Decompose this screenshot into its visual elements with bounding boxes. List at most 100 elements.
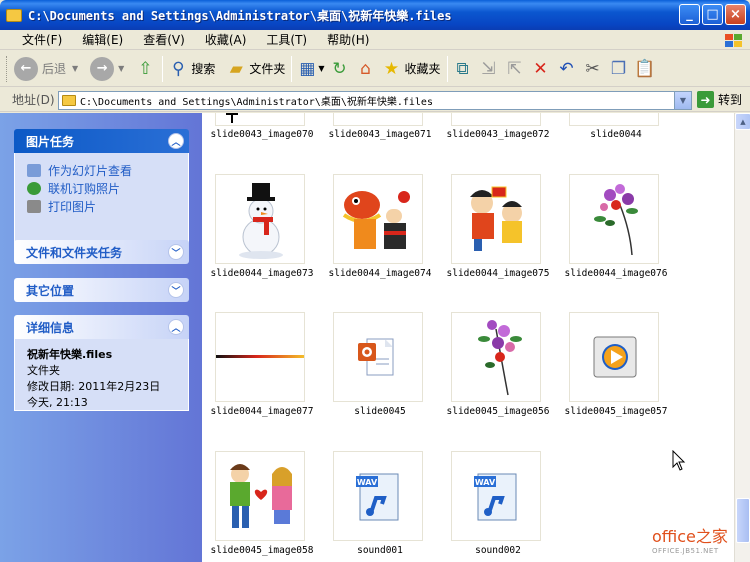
scroll-up-button[interactable]: ▲ xyxy=(735,113,750,130)
map-drive-button[interactable]: ⧉ xyxy=(452,54,474,84)
vertical-scrollbar[interactable]: ▲ xyxy=(734,113,750,562)
kids-heart-image-thumbnail[interactable] xyxy=(215,451,305,541)
file-name[interactable]: slide0043_image072 xyxy=(438,129,558,140)
file-thumbnail[interactable] xyxy=(569,113,659,126)
file-name[interactable]: slide0045_image056 xyxy=(438,406,558,417)
address-path: C:\Documents and Settings\Administrator\… xyxy=(80,97,433,108)
forward-button[interactable]: → ▼ xyxy=(90,54,124,84)
file-thumbnail[interactable] xyxy=(333,113,423,126)
copy-to-button[interactable]: ⇱ xyxy=(504,54,526,84)
svg-text:WAV: WAV xyxy=(475,478,496,487)
refresh-button[interactable]: ↻ xyxy=(329,54,351,84)
watermark-sub: OFFICE.JB51.NET xyxy=(652,547,719,555)
printer-icon xyxy=(27,199,41,213)
file-name[interactable]: sound001 xyxy=(320,545,440,556)
wav-audio-file-thumbnail[interactable]: WAV xyxy=(451,451,541,541)
task-order-prints[interactable]: 联机订购照片 xyxy=(27,179,178,197)
file-name[interactable]: slide0044 xyxy=(556,129,676,140)
file-name[interactable]: slide0043_image071 xyxy=(320,129,440,140)
file-name[interactable]: slide0045_image058 xyxy=(202,545,322,556)
back-arrow-icon: ← xyxy=(14,56,38,81)
file-name[interactable]: sound002 xyxy=(438,545,558,556)
cut-button[interactable]: ✂ xyxy=(582,54,604,84)
lion-dance-image-thumbnail[interactable] xyxy=(333,174,423,264)
picture-tasks-header[interactable]: 图片任务 ︿ xyxy=(14,129,189,153)
toolbar-separator xyxy=(162,55,164,82)
file-name[interactable]: slide0044_image075 xyxy=(438,268,558,279)
file-list-view[interactable]: slide0043_image070 slide0043_image071 sl… xyxy=(202,113,734,562)
up-folder-button[interactable]: ⇧ xyxy=(134,54,156,84)
go-button[interactable]: ➜ 转到 xyxy=(697,91,742,108)
file-thumbnail[interactable] xyxy=(215,113,305,126)
views-button[interactable]: ▦ ▼ xyxy=(296,54,324,84)
task-print[interactable]: 打印图片 xyxy=(27,197,178,215)
undo-button[interactable]: ↶ xyxy=(556,54,578,84)
menu-favorites[interactable]: 收藏(A) xyxy=(205,31,247,48)
favorites-button[interactable]: ★ 收藏夹 xyxy=(381,54,441,84)
folders-button[interactable]: ▰ 文件夹 xyxy=(225,54,286,84)
file-name[interactable]: slide0045_image057 xyxy=(556,406,676,417)
address-input[interactable]: C:\Documents and Settings\Administrator\… xyxy=(58,91,692,110)
toolbar: ← 后退 ▼ → ▼ ⇧ ⚲ 搜索 ▰ 文件夹 ▦ ▼ ↻ ⌂ ★ 收藏夹 ⧉ … xyxy=(0,51,750,87)
file-name[interactable]: slide0044_image073 xyxy=(202,268,322,279)
details-modified: 修改日期: 2011年2月23日 xyxy=(27,380,161,393)
chevron-up-icon[interactable]: ︿ xyxy=(168,133,184,149)
toolbar-grip xyxy=(6,55,10,82)
chevron-down-icon[interactable]: ▼ xyxy=(118,64,124,73)
menu-file[interactable]: 文件(F) xyxy=(22,31,62,48)
search-button[interactable]: ⚲ 搜索 xyxy=(167,54,215,84)
minimize-button[interactable]: _ xyxy=(679,4,700,25)
snowman-image-thumbnail[interactable] xyxy=(215,174,305,264)
move-to-button[interactable]: ⇲ xyxy=(478,54,500,84)
flower-branch-image-thumbnail[interactable] xyxy=(569,174,659,264)
menu-help[interactable]: 帮助(H) xyxy=(327,31,369,48)
task-label: 作为幻灯片查看 xyxy=(48,163,133,178)
home-button[interactable]: ⌂ xyxy=(355,54,377,84)
chevron-down-icon[interactable]: ﹀ xyxy=(168,282,184,298)
chevron-down-icon[interactable]: ﹀ xyxy=(168,244,184,260)
file-thumbnail[interactable] xyxy=(451,113,541,126)
chevron-up-icon[interactable]: ︿ xyxy=(168,319,184,335)
delete-icon: ✕ xyxy=(533,58,548,79)
delete-button[interactable]: ✕ xyxy=(530,54,552,84)
file-name[interactable]: slide0045 xyxy=(320,406,440,417)
media-player-file-thumbnail[interactable] xyxy=(569,312,659,402)
chevron-down-icon: ▼ xyxy=(318,64,325,73)
paste-button[interactable]: 📋 xyxy=(634,54,656,84)
wav-audio-file-thumbnail[interactable]: WAV xyxy=(333,451,423,541)
up-folder-icon: ⇧ xyxy=(138,58,153,79)
gradient-line-image-thumbnail[interactable] xyxy=(215,312,305,402)
folders-label: 文件夹 xyxy=(249,62,286,76)
watermark-main: office之家 xyxy=(652,527,728,546)
file-tasks-panel: 文件和文件夹任务 ﹀ xyxy=(14,240,189,264)
menu-tools[interactable]: 工具(T) xyxy=(266,31,307,48)
maximize-button[interactable]: □ xyxy=(702,4,723,25)
picture-tasks-panel: 图片任务 ︿ 作为幻灯片查看 联机订购照片 打印图片 xyxy=(14,129,189,243)
picture-tasks-title: 图片任务 xyxy=(26,134,75,149)
menu-edit[interactable]: 编辑(E) xyxy=(82,31,123,48)
back-button[interactable]: ← 后退 ▼ xyxy=(14,54,78,84)
copy-to-icon: ⇱ xyxy=(507,58,522,79)
task-slideshow[interactable]: 作为幻灯片查看 xyxy=(27,161,178,179)
details-header[interactable]: 详细信息 ︿ xyxy=(14,315,189,339)
menu-view[interactable]: 查看(V) xyxy=(143,31,185,48)
svg-text:WAV: WAV xyxy=(357,478,378,487)
copy-button[interactable]: ❐ xyxy=(608,54,630,84)
chevron-down-icon[interactable]: ▼ xyxy=(72,64,78,73)
details-type: 文件夹 xyxy=(27,364,60,377)
home-icon: ⌂ xyxy=(360,58,371,79)
powerpoint-file-thumbnail[interactable] xyxy=(333,312,423,402)
chevron-down-icon[interactable]: ▼ xyxy=(674,92,691,109)
file-name[interactable]: slide0043_image070 xyxy=(202,129,322,140)
file-name[interactable]: slide0044_image074 xyxy=(320,268,440,279)
file-name[interactable]: slide0044_image076 xyxy=(556,268,676,279)
kids-celebration-image-thumbnail[interactable] xyxy=(451,174,541,264)
paste-icon: 📋 xyxy=(633,58,656,79)
search-icon: ⚲ xyxy=(172,58,185,79)
other-places-header[interactable]: 其它位置 ﹀ xyxy=(14,278,189,302)
flower-branch-image-thumbnail[interactable] xyxy=(451,312,541,402)
file-name[interactable]: slide0044_image077 xyxy=(202,406,322,417)
file-tasks-header[interactable]: 文件和文件夹任务 ﹀ xyxy=(14,240,189,264)
close-button[interactable]: × xyxy=(725,4,746,25)
cut-icon: ✂ xyxy=(585,58,600,79)
